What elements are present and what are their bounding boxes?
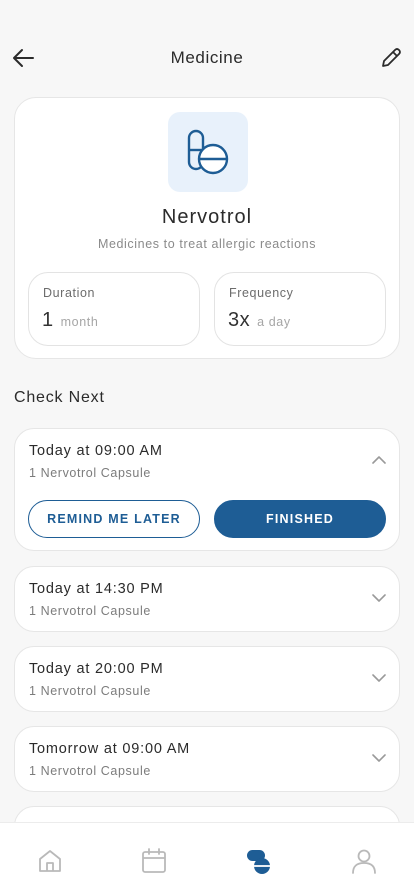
dose-card[interactable]: Tomorrow at 09:00 AM 1 Nervotrol Capsule bbox=[14, 726, 400, 792]
frequency-value: 3x bbox=[228, 309, 251, 331]
duration-label: Duration bbox=[43, 286, 96, 300]
medicine-name: Nervotrol bbox=[161, 206, 253, 228]
dose-time: Tomorrow at 09:00 AM bbox=[29, 741, 191, 757]
top-bar: Medicine bbox=[0, 0, 414, 96]
dose-detail: 1 Nervotrol Capsule bbox=[29, 684, 151, 698]
frequency-box: Frequency 3x a day bbox=[214, 272, 386, 346]
chevron-down-icon[interactable] bbox=[371, 753, 387, 763]
profile-icon[interactable] bbox=[350, 847, 378, 875]
frequency-unit: a day bbox=[257, 315, 291, 329]
duration-value: 1 bbox=[42, 309, 54, 331]
dose-detail: 1 Nervotrol Capsule bbox=[29, 604, 151, 618]
dose-time: Today at 09:00 AM bbox=[29, 443, 163, 459]
dose-detail: 1 Nervotrol Capsule bbox=[29, 466, 151, 480]
medicine-info-card: Nervotrol Medicines to treat allergic re… bbox=[14, 97, 400, 359]
chevron-down-icon[interactable] bbox=[371, 673, 387, 683]
chevron-up-icon[interactable] bbox=[371, 455, 387, 465]
duration-box: Duration 1 month bbox=[28, 272, 200, 346]
medicine-description: Medicines to treat allergic reactions bbox=[97, 237, 317, 251]
frequency-label: Frequency bbox=[229, 286, 294, 300]
page-title: Medicine bbox=[170, 48, 244, 67]
pill-icon[interactable] bbox=[245, 847, 273, 875]
pill-icon bbox=[187, 129, 229, 175]
medicine-icon-tile bbox=[168, 112, 248, 192]
dose-time: Today at 14:30 PM bbox=[29, 581, 164, 597]
dose-card[interactable]: Today at 20:00 PM 1 Nervotrol Capsule bbox=[14, 646, 400, 712]
dose-detail: 1 Nervotrol Capsule bbox=[29, 764, 151, 778]
calendar-icon[interactable] bbox=[140, 847, 168, 875]
dose-card[interactable]: Today at 09:00 AM 1 Nervotrol Capsule RE… bbox=[14, 428, 400, 551]
remind-me-later-button[interactable]: REMIND ME LATER bbox=[28, 500, 200, 538]
section-title: Check Next bbox=[14, 389, 105, 406]
bottom-nav bbox=[0, 822, 414, 896]
home-icon[interactable] bbox=[36, 847, 64, 875]
chevron-down-icon[interactable] bbox=[371, 593, 387, 603]
dose-card[interactable]: Today at 14:30 PM 1 Nervotrol Capsule bbox=[14, 566, 400, 632]
duration-unit: month bbox=[60, 315, 99, 329]
dose-time: Today at 20:00 PM bbox=[29, 661, 164, 677]
edit-pencil-icon[interactable] bbox=[378, 45, 404, 71]
finished-button[interactable]: FINISHED bbox=[214, 500, 386, 538]
